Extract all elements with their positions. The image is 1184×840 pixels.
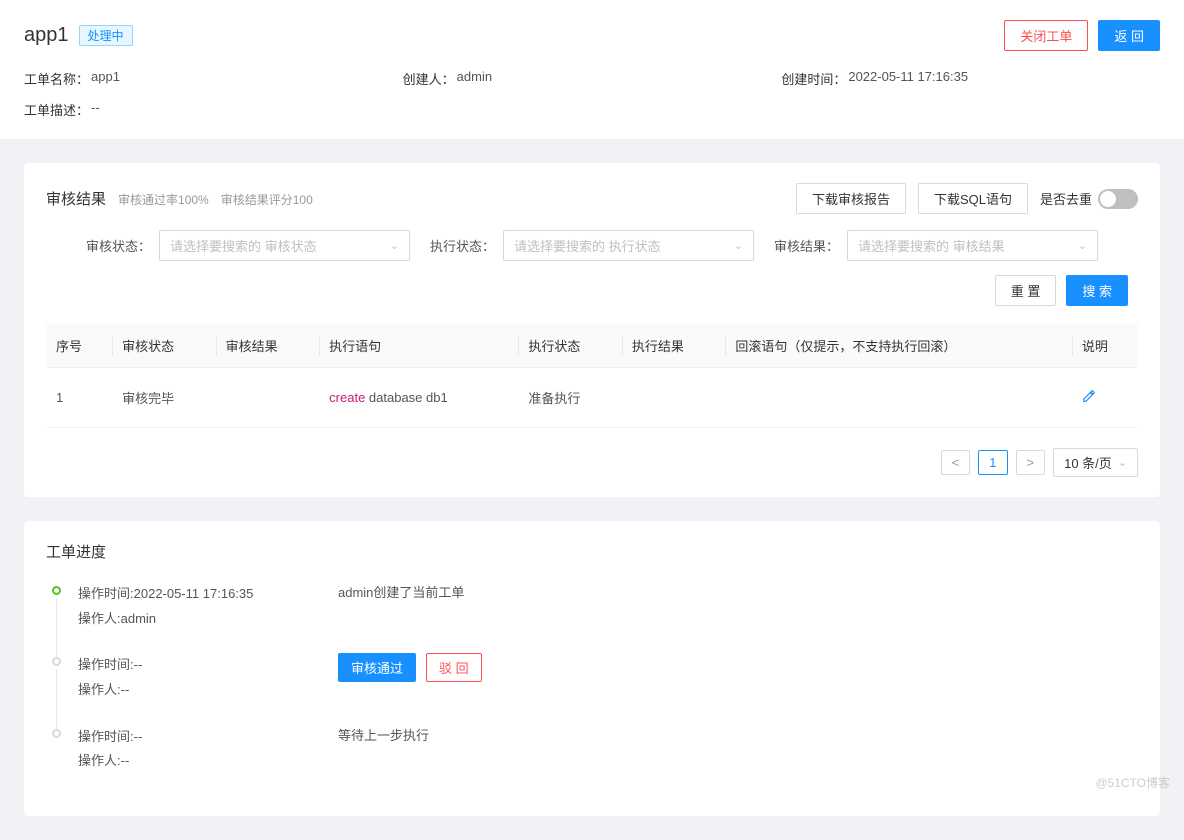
- created-time-label: 创建时间：: [781, 69, 846, 88]
- description-value: --: [91, 100, 100, 119]
- timeline: 操作时间:2022-05-11 17:16:35 操作人:admin admin…: [46, 582, 1138, 796]
- timeline-item: 操作时间:2022-05-11 17:16:35 操作人:admin admin…: [52, 582, 1138, 653]
- timeline-dot-icon: [52, 657, 61, 666]
- created-time-value: 2022-05-11 17:16:35: [848, 69, 968, 88]
- col-rollback: 回滚语句（仅提示，不支持执行回滚）: [725, 324, 1071, 368]
- chevron-down-icon: ⌄: [390, 239, 399, 252]
- timeline-content: admin创建了当前工单: [338, 582, 464, 631]
- status-badge: 处理中: [79, 25, 133, 46]
- audit-result-select[interactable]: 请选择要搜索的 审核结果 ⌄: [847, 230, 1098, 261]
- pagination: < 1 > 10 条/页 ⌄: [46, 448, 1138, 477]
- timeline-content: 等待上一步执行: [338, 725, 429, 774]
- audit-status-filter-label: 审核状态：: [86, 236, 151, 255]
- prev-page-button[interactable]: <: [941, 450, 971, 475]
- description-label: 工单描述：: [24, 100, 89, 119]
- edit-icon[interactable]: [1082, 391, 1096, 406]
- ticket-name-field: 工单名称： app1: [24, 69, 403, 88]
- cell-desc: [1072, 368, 1138, 428]
- ticket-name-value: app1: [91, 69, 120, 88]
- search-button[interactable]: 搜 索: [1066, 275, 1128, 306]
- description-field: 工单描述： --: [24, 100, 403, 119]
- page-size-select[interactable]: 10 条/页 ⌄: [1053, 448, 1138, 477]
- timeline-dot-icon: [52, 729, 61, 738]
- creator-label: 创建人：: [403, 69, 455, 88]
- exec-status-filter-label: 执行状态：: [430, 236, 495, 255]
- audit-status-select[interactable]: 请选择要搜索的 审核状态 ⌄: [159, 230, 410, 261]
- chevron-down-icon: ⌄: [1078, 239, 1087, 252]
- audit-score: 审核结果评分100: [221, 191, 313, 208]
- col-audit-result: 审核结果: [216, 324, 320, 368]
- progress-card: 工单进度 操作时间:2022-05-11 17:16:35 操作人:admin …: [24, 521, 1160, 816]
- creator-field: 创建人： admin: [403, 69, 782, 88]
- col-exec-sql: 执行语句: [319, 324, 518, 368]
- close-ticket-button[interactable]: 关闭工单: [1004, 20, 1088, 51]
- dedup-label: 是否去重: [1040, 189, 1092, 208]
- audit-pass-rate: 审核通过率100%: [118, 191, 209, 208]
- timeline-item: 操作时间:-- 操作人:-- 审核通过 驳 回: [52, 653, 1138, 724]
- cell-exec-status: 准备执行: [518, 368, 622, 428]
- col-audit-status: 审核状态: [112, 324, 216, 368]
- created-time-field: 创建时间： 2022-05-11 17:16:35: [781, 69, 1160, 88]
- cell-seq: 1: [46, 368, 112, 428]
- ticket-name-label: 工单名称：: [24, 69, 89, 88]
- dedup-switch[interactable]: [1098, 189, 1138, 209]
- cell-rollback: [725, 368, 1071, 428]
- approve-button[interactable]: 审核通过: [338, 653, 416, 682]
- download-report-button[interactable]: 下载审核报告: [796, 183, 906, 214]
- chevron-down-icon: ⌄: [1118, 456, 1127, 469]
- reset-button[interactable]: 重 置: [995, 275, 1057, 306]
- cell-audit-status: 审核完毕: [112, 368, 216, 428]
- ticket-header: app1 处理中 关闭工单 返 回 工单名称： app1 创建人： admin …: [0, 0, 1184, 139]
- timeline-dot-done-icon: [52, 586, 61, 595]
- page-1-button[interactable]: 1: [978, 450, 1007, 475]
- exec-status-select[interactable]: 请选择要搜索的 执行状态 ⌄: [503, 230, 754, 261]
- next-page-button[interactable]: >: [1016, 450, 1046, 475]
- col-desc: 说明: [1072, 324, 1138, 368]
- audit-result-title: 审核结果: [46, 188, 106, 209]
- cell-audit-result: [216, 368, 320, 428]
- back-button[interactable]: 返 回: [1098, 20, 1160, 51]
- col-exec-result: 执行结果: [622, 324, 726, 368]
- page-title: app1: [24, 24, 69, 47]
- col-seq: 序号: [46, 324, 112, 368]
- chevron-down-icon: ⌄: [734, 239, 743, 252]
- watermark: @51CTO博客: [1095, 774, 1170, 791]
- progress-title: 工单进度: [46, 541, 1138, 562]
- timeline-item: 操作时间:-- 操作人:-- 等待上一步执行: [52, 725, 1138, 796]
- col-exec-status: 执行状态: [518, 324, 622, 368]
- download-sql-button[interactable]: 下载SQL语句: [918, 183, 1028, 214]
- cell-exec-result: [622, 368, 726, 428]
- cell-sql: create database db1: [319, 368, 518, 428]
- audit-result-filter-label: 审核结果：: [774, 236, 839, 255]
- audit-result-card: 审核结果 审核通过率100% 审核结果评分100 下载审核报告 下载SQL语句 …: [24, 163, 1160, 497]
- reject-button[interactable]: 驳 回: [426, 653, 482, 682]
- creator-value: admin: [457, 69, 492, 88]
- audit-table: 序号 审核状态 审核结果 执行语句 执行状态 执行结果 回滚语句（仅提示，不支持…: [46, 324, 1138, 428]
- table-row: 1 审核完毕 create database db1 准备执行: [46, 368, 1138, 428]
